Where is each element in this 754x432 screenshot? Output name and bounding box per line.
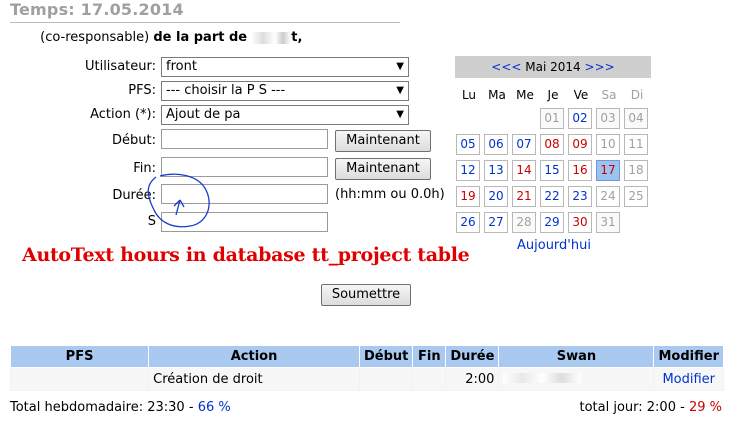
action-label: Action (*): [90,107,156,122]
calendar-day-16[interactable]: 16 [568,160,592,181]
cell-pfs [9,367,150,391]
calendar-day-01[interactable]: 01 [540,108,564,129]
column-header-start: Début [358,345,414,368]
calendar-day-19[interactable]: 19 [456,186,480,207]
calendar-day-07[interactable]: 07 [512,134,536,155]
calendar-day-14[interactable]: 14 [512,160,536,181]
calendar-day-30[interactable]: 30 [568,212,592,233]
day-total-sep: - [680,400,685,415]
pfs-select-value: --- choisir la P S --- [166,83,286,98]
calendar-day-18[interactable]: 18 [624,160,648,181]
calendar-day-24[interactable]: 24 [596,186,620,207]
duration-hint: (hh:mm ou 0.0h) [335,187,445,202]
cell-duration: 2:00 [445,367,500,391]
entries-table: PFS Action Début Fin Durée Swan Modifier… [9,345,724,391]
calendar-day-03[interactable]: 03 [596,108,620,129]
calendar-day-06[interactable]: 06 [484,134,508,155]
redacted-owner [251,31,292,44]
context-line: (co-responsable) de la part de t, [10,30,397,45]
user-label: Utilisateur: [84,59,156,74]
weekday-header: Ma [488,88,506,102]
weekly-total-percent: 66 % [197,400,231,415]
end-now-button[interactable]: Maintenant [335,158,431,180]
calendar-day-17[interactable]: 17 [596,160,620,181]
cell-start [358,367,414,391]
action-select[interactable]: Ajout de pa ▼ [161,105,409,125]
action-select-value: Ajout de pa [166,107,241,122]
calendar-day-10[interactable]: 10 [596,134,620,155]
calendar-prev-link[interactable]: <<< [491,60,521,74]
calendar-day-22[interactable]: 22 [540,186,564,207]
calendar-day-21[interactable]: 21 [512,186,536,207]
calendar-day-28[interactable]: 28 [512,212,536,233]
day-total-value: 2:00 [646,400,676,415]
calendar-day-12[interactable]: 12 [456,160,480,181]
start-input[interactable] [161,129,328,149]
calendar-day-26[interactable]: 26 [456,212,480,233]
calendar-day-09[interactable]: 09 [568,134,592,155]
weekday-header: Me [516,88,534,102]
calendar-day-04[interactable]: 04 [624,108,648,129]
cell-end [412,367,447,391]
column-header-duration: Durée [445,345,500,368]
page-title: Temps: 17.05.2014 [10,0,184,19]
calendar-month-label: Mai 2014 [525,60,581,74]
start-now-button[interactable]: Maintenant [335,130,431,152]
redacted-name [10,32,36,44]
user-select[interactable]: front ▼ [161,57,409,77]
weekly-total-label: Total hebdomadaire: [10,400,144,415]
weekday-header: Ve [573,88,589,102]
context-role: (co-responsable) [40,30,150,45]
calendar-next-link[interactable]: >>> [585,60,615,74]
day-total: total jour: 2:00 - 29 % [579,400,722,415]
chevron-down-icon: ▼ [396,61,404,72]
column-header-action: Action [148,345,360,368]
weekday-header: Lu [461,88,477,102]
calendar-day-23[interactable]: 23 [568,186,592,207]
calendar-day-25[interactable]: 25 [624,186,648,207]
calendar-day-05[interactable]: 05 [456,134,480,155]
weekly-total-sep: - [188,400,194,415]
weekday-header: Je [547,88,559,102]
today-link[interactable]: Aujourd'hui [517,238,591,253]
chevron-down-icon: ▼ [396,109,404,120]
cell-swan [498,367,655,391]
chevron-down-icon: ▼ [396,85,404,96]
annotation-text: AutoText hours in database tt_project ta… [22,244,470,266]
cell-action: Création de droit [148,367,360,391]
weekly-total: Total hebdomadaire: 23:30 - 66 % [10,400,231,415]
calendar-day-15[interactable]: 15 [540,160,564,181]
calendar-day-02[interactable]: 02 [568,108,592,129]
calendar-day-29[interactable]: 29 [540,212,564,233]
weekday-header: Di [630,88,644,102]
annotation-circle-mark [147,173,210,228]
user-select-value: front [166,59,197,74]
modify-link[interactable]: Modifier [653,367,724,391]
redacted-owner-2 [307,32,397,44]
submit-button[interactable]: Soumettre [321,284,411,306]
day-total-label: total jour: [579,400,643,415]
column-header-modify: Modifier [653,345,724,368]
weekly-total-value: 23:30 [147,400,185,415]
pfs-label: PFS: [128,83,156,98]
calendar-day-13[interactable]: 13 [484,160,508,181]
title-divider [10,22,400,23]
start-label: Début: [112,133,156,148]
day-total-percent: 29 % [688,400,722,415]
pfs-select[interactable]: --- choisir la P S --- ▼ [161,81,409,101]
column-header-pfs: PFS [9,345,150,368]
calendar-day-27[interactable]: 27 [484,212,508,233]
calendar-day-31[interactable]: 31 [596,212,620,233]
column-header-end: Fin [412,345,447,368]
table-header-row: PFS Action Début Fin Durée Swan Modifier [9,345,724,368]
column-header-swan: Swan [498,345,655,368]
context-name-tail: t, [291,30,303,45]
table-row: Création de droit 2:00 Modifier [9,367,724,391]
calendar-day-20[interactable]: 20 [484,186,508,207]
calendar-day-08[interactable]: 08 [540,134,564,155]
context-suffix: de la part de [153,30,248,45]
calendar-day-11[interactable]: 11 [624,134,648,155]
calendar-header: <<< Mai 2014 >>> [455,56,651,78]
weekday-header: Sa [601,88,617,102]
